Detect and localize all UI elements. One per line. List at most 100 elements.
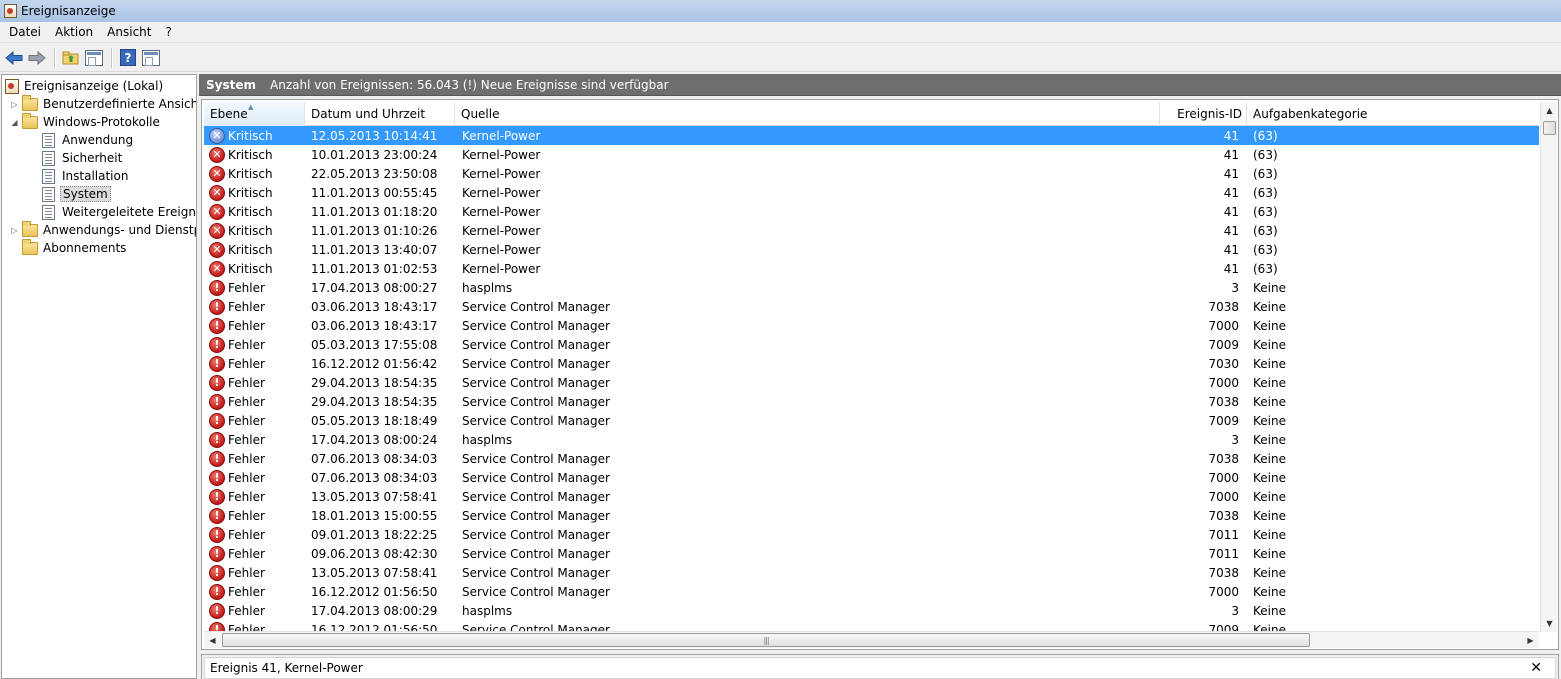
table-row[interactable]: ✕ Kritisch 22.05.2013 23:50:08 Kernel-Power… — [204, 164, 1539, 183]
menu-aktion[interactable]: Aktion — [48, 22, 100, 42]
cell-level: ! Fehler — [204, 544, 305, 563]
table-row[interactable]: ! Fehler 17.04.2013 08:00:27 hasplms 3 Keine — [204, 278, 1539, 297]
collapsed-arrow-icon[interactable]: ▷ — [10, 226, 19, 235]
table-row[interactable]: ! Fehler 16.12.2012 01:56:50 Service Contro… — [204, 582, 1539, 601]
error-icon: ! — [209, 412, 225, 429]
tree-item-installation[interactable]: Installation — [41, 167, 130, 185]
show-action-pane-button[interactable] — [140, 47, 162, 69]
table-row[interactable]: ✕ Kritisch 12.05.2013 10:14:41 Kernel-Power… — [204, 126, 1539, 145]
menu-ansicht[interactable]: Ansicht — [100, 22, 158, 42]
table-row[interactable]: ! Fehler 09.06.2013 08:42:30 Service Contro… — [204, 544, 1539, 563]
cell-date: 05.03.2013 17:55:08 — [311, 337, 438, 352]
cell-date: 03.06.2013 18:43:17 — [311, 299, 438, 314]
action-pane-icon — [142, 49, 160, 66]
horizontal-scrollbar[interactable]: ◀ ||| ▶ — [204, 631, 1539, 648]
level-text: Kritisch — [228, 166, 273, 181]
tree-item-abonnements[interactable]: Abonnements — [10, 238, 128, 257]
forward-button[interactable] — [26, 47, 48, 69]
table-row[interactable]: ! Fehler 17.04.2013 08:00:29 hasplms 3 Keine — [204, 601, 1539, 620]
column-header-ereignis-id[interactable]: Ereignis-ID — [1160, 102, 1247, 126]
column-header-quelle[interactable]: Quelle — [455, 102, 1160, 126]
tree-item-system[interactable]: System — [41, 185, 111, 203]
back-button[interactable] — [3, 47, 25, 69]
table-row[interactable]: ! Fehler 05.03.2013 17:55:08 Service Contro… — [204, 335, 1539, 354]
tree-item-benutzerdefinierte-ansichten[interactable]: ▷ Benutzerdefinierte Ansichten — [10, 94, 196, 113]
cell-level: ! Fehler — [204, 449, 305, 468]
table-row[interactable]: ! Fehler 16.12.2012 01:56:42 Service Contro… — [204, 354, 1539, 373]
error-icon: ! — [209, 488, 225, 505]
cell-source: Service Control Manager — [462, 527, 610, 542]
scroll-right-icon[interactable]: ▶ — [1522, 632, 1539, 648]
help-button[interactable]: ? — [117, 47, 139, 69]
tree-item-anwendung[interactable]: Anwendung — [41, 131, 135, 149]
column-header-ebene[interactable]: ▲ Ebene — [204, 102, 305, 126]
level-text: Kritisch — [228, 223, 273, 238]
up-level-button[interactable] — [60, 47, 82, 69]
error-icon: ! — [209, 526, 225, 543]
expanded-arrow-icon[interactable]: ◢ — [10, 118, 19, 127]
table-row[interactable]: ✕ Kritisch 11.01.2013 01:18:20 Kernel-Power… — [204, 202, 1539, 221]
table-row[interactable]: ! Fehler 13.05.2013 07:58:41 Service Contro… — [204, 487, 1539, 506]
vertical-scroll-thumb[interactable] — [1543, 121, 1556, 135]
tree-item-ereignisanzeige-lokal[interactable]: Ereignisanzeige (Lokal) — [5, 77, 165, 95]
vertical-scrollbar[interactable]: ▲ ▼ — [1540, 102, 1557, 632]
tree-item-weitergeleitete-ereignisse[interactable]: Weitergeleitete Ereignisse — [41, 203, 196, 221]
table-row[interactable]: ! Fehler 07.06.2013 08:34:03 Service Contro… — [204, 468, 1539, 487]
error-icon: ! — [209, 602, 225, 619]
table-row[interactable]: ! Fehler 29.04.2013 18:54:35 Service Contro… — [204, 392, 1539, 411]
table-row[interactable]: ! Fehler 07.06.2013 08:34:03 Service Contro… — [204, 449, 1539, 468]
cell-category: Keine — [1253, 394, 1286, 409]
tree-item-label: Abonnements — [43, 241, 127, 255]
cell-source: Service Control Manager — [462, 565, 610, 580]
cell-category: (63) — [1253, 242, 1278, 257]
table-row[interactable]: ! Fehler 09.01.2013 18:22:25 Service Contro… — [204, 525, 1539, 544]
table-row[interactable]: ! Fehler 17.04.2013 08:00:24 hasplms 3 Keine — [204, 430, 1539, 449]
cell-source: hasplms — [462, 432, 513, 447]
table-row[interactable]: ! Fehler 03.06.2013 18:43:17 Service Contro… — [204, 316, 1539, 335]
cell-source: Service Control Manager — [462, 394, 610, 409]
table-row[interactable]: ✕ Kritisch 11.01.2013 01:02:53 Kernel-Power… — [204, 259, 1539, 278]
cell-category: Keine — [1253, 508, 1286, 523]
cell-date: 13.05.2013 07:58:41 — [311, 565, 438, 580]
log-icon — [42, 150, 55, 166]
scroll-up-icon[interactable]: ▲ — [1541, 102, 1558, 119]
table-row[interactable]: ✕ Kritisch 11.01.2013 01:10:26 Kernel-Power… — [204, 221, 1539, 240]
cell-source: Service Control Manager — [462, 299, 610, 314]
cell-category: Keine — [1253, 527, 1286, 542]
folder-icon — [22, 94, 38, 111]
collapsed-arrow-icon[interactable]: ▷ — [10, 100, 19, 109]
cell-category: Keine — [1253, 299, 1286, 314]
table-row[interactable]: ! Fehler 13.05.2013 07:58:41 Service Contro… — [204, 563, 1539, 582]
scroll-down-icon[interactable]: ▼ — [1541, 615, 1558, 632]
table-row[interactable]: ! Fehler 03.06.2013 18:43:17 Service Contro… — [204, 297, 1539, 316]
tree-item-label: Anwendung — [62, 133, 134, 147]
close-icon[interactable]: ✕ — [1530, 660, 1542, 676]
show-console-tree-button[interactable] — [83, 47, 105, 69]
column-header-aufgabenkategorie[interactable]: Aufgabenkategorie — [1247, 102, 1539, 126]
cell-event-id: 7038 — [1208, 299, 1239, 314]
table-row[interactable]: ! Fehler 05.05.2013 18:18:49 Service Contro… — [204, 411, 1539, 430]
table-row[interactable]: ✕ Kritisch 10.01.2013 23:00:24 Kernel-Power… — [204, 145, 1539, 164]
tree-item-sicherheit[interactable]: Sicherheit — [41, 149, 124, 167]
cell-source: Kernel-Power — [462, 185, 541, 200]
table-row[interactable]: ! Fehler 29.04.2013 18:54:35 Service Contro… — [204, 373, 1539, 392]
cell-level: ! Fehler — [204, 335, 305, 354]
tree-item-windows-protokolle[interactable]: ◢ Windows-Protokolle — [10, 112, 162, 131]
level-text: Fehler — [228, 318, 265, 333]
level-text: Fehler — [228, 546, 265, 561]
column-header-datum[interactable]: Datum und Uhrzeit — [305, 102, 455, 126]
folder-icon — [22, 112, 38, 129]
cell-event-id: 7000 — [1208, 584, 1239, 599]
table-row[interactable]: ✕ Kritisch 11.01.2013 00:55:45 Kernel-Power… — [204, 183, 1539, 202]
menu-datei[interactable]: Datei — [0, 22, 48, 42]
tree-item-anwendungs-und-dienstprotokolle[interactable]: ▷ Anwendungs- und Dienstprotokolle — [10, 220, 196, 239]
level-text: Fehler — [228, 337, 265, 352]
menu-help[interactable]: ? — [158, 22, 178, 42]
cell-date: 11.01.2013 13:40:07 — [311, 242, 438, 257]
cell-source: Service Control Manager — [462, 451, 610, 466]
horizontal-scroll-thumb[interactable]: ||| — [222, 633, 1310, 647]
cell-event-id: 41 — [1223, 261, 1239, 276]
scroll-left-icon[interactable]: ◀ — [204, 632, 221, 648]
table-row[interactable]: ! Fehler 18.01.2013 15:00:55 Service Contro… — [204, 506, 1539, 525]
table-row[interactable]: ✕ Kritisch 11.01.2013 13:40:07 Kernel-Power… — [204, 240, 1539, 259]
